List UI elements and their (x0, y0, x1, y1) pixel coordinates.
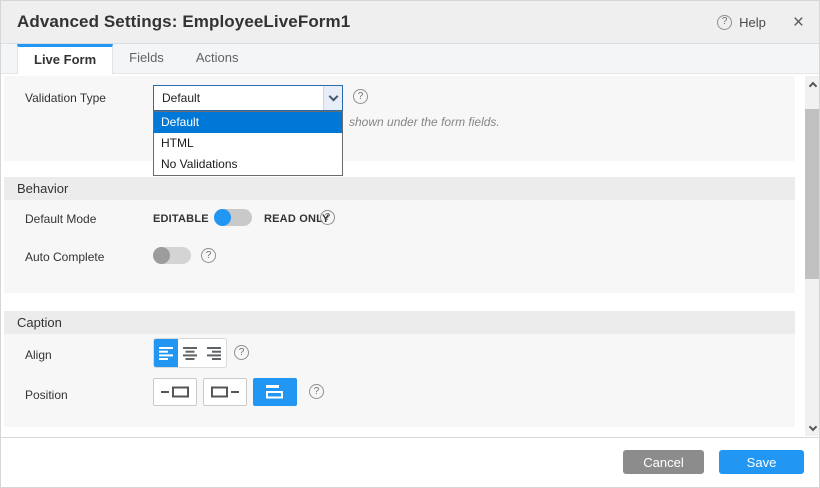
dropdown-option-no-validations[interactable]: No Validations (154, 154, 342, 175)
align-right-button[interactable] (202, 339, 226, 367)
default-mode-toggle[interactable] (214, 209, 252, 226)
position-label: Position (25, 388, 68, 402)
behavior-section-panel: Default Mode EDITABLE READ ONLY ? Auto C… (4, 200, 795, 293)
align-right-icon (207, 347, 222, 360)
align-left-button[interactable] (154, 339, 178, 367)
tab-label: Actions (196, 50, 239, 65)
align-center-button[interactable] (178, 339, 202, 367)
align-help-icon[interactable]: ? (234, 345, 249, 360)
vertical-scrollbar[interactable] (805, 76, 820, 436)
dialog-footer: Cancel Save (1, 439, 820, 488)
validation-type-label: Validation Type (25, 91, 106, 105)
question-mark-glyph: ? (239, 348, 245, 358)
align-center-icon (183, 347, 198, 360)
settings-scroll-area: Validation Type Default ? shown under th… (1, 74, 820, 438)
label-left-icon (161, 386, 189, 398)
auto-complete-label: Auto Complete (25, 250, 104, 264)
tab-live-form[interactable]: Live Form (17, 44, 113, 74)
dialog-header: Advanced Settings: EmployeeLiveForm1 ? H… (1, 1, 819, 43)
position-label-left-button[interactable] (153, 378, 197, 406)
caption-align-group (153, 338, 227, 368)
toggle-knob (153, 247, 170, 264)
scrollbar-up-button[interactable] (805, 76, 820, 92)
tab-label: Fields (129, 50, 164, 65)
cancel-button[interactable]: Cancel (623, 450, 704, 474)
chevron-up-icon (808, 81, 816, 89)
chevron-down-icon (328, 91, 338, 101)
question-mark-glyph: ? (722, 17, 728, 27)
save-button[interactable]: Save (719, 450, 804, 474)
toggle-knob (214, 209, 231, 226)
close-icon[interactable]: × (793, 13, 804, 32)
question-mark-glyph: ? (325, 213, 331, 223)
auto-complete-toggle[interactable] (153, 247, 191, 264)
question-mark-glyph: ? (206, 251, 212, 261)
dropdown-option-default[interactable]: Default (154, 112, 342, 133)
caption-section-header: Caption (4, 311, 795, 334)
label-right-icon (211, 386, 239, 398)
question-mark-glyph: ? (314, 387, 320, 397)
tab-actions[interactable]: Actions (180, 44, 255, 73)
dialog-title: Advanced Settings: EmployeeLiveForm1 (17, 12, 350, 32)
help-icon[interactable]: ? (717, 15, 732, 30)
validation-helper-text: shown under the form fields. (349, 115, 500, 129)
validation-section-panel: Validation Type Default ? shown under th… (4, 76, 795, 161)
position-help-icon[interactable]: ? (309, 384, 324, 399)
auto-complete-help-icon[interactable]: ? (201, 248, 216, 263)
tab-fields[interactable]: Fields (113, 44, 180, 73)
help-link[interactable]: Help (739, 15, 766, 30)
chevron-down-icon (808, 422, 816, 430)
position-label-top-button[interactable] (253, 378, 297, 406)
header-actions: ? Help × (717, 1, 804, 43)
label-top-icon (266, 385, 284, 399)
validation-type-select[interactable]: Default (153, 85, 343, 111)
question-mark-glyph: ? (358, 92, 364, 102)
caption-position-group (153, 378, 297, 406)
align-label: Align (25, 348, 52, 362)
position-label-right-button[interactable] (203, 378, 247, 406)
validation-type-dropdown-list: Default HTML No Validations (153, 111, 343, 176)
scrollbar-thumb[interactable] (805, 109, 820, 279)
align-left-icon (159, 347, 174, 360)
editable-option-label: EDITABLE (153, 213, 209, 225)
tab-bar: Live Form Fields Actions (1, 43, 819, 74)
validation-type-value: Default (162, 86, 200, 110)
advanced-settings-dialog: Advanced Settings: EmployeeLiveForm1 ? H… (0, 0, 820, 488)
scrollbar-down-button[interactable] (805, 420, 820, 436)
default-mode-label: Default Mode (25, 212, 96, 226)
default-mode-help-icon[interactable]: ? (320, 210, 335, 225)
caption-section-panel: Align (4, 334, 795, 427)
validation-type-help-icon[interactable]: ? (353, 89, 368, 104)
tab-label: Live Form (34, 52, 96, 67)
dropdown-option-html[interactable]: HTML (154, 133, 342, 154)
select-dropdown-button[interactable] (323, 86, 342, 110)
behavior-section-header: Behavior (4, 177, 795, 200)
